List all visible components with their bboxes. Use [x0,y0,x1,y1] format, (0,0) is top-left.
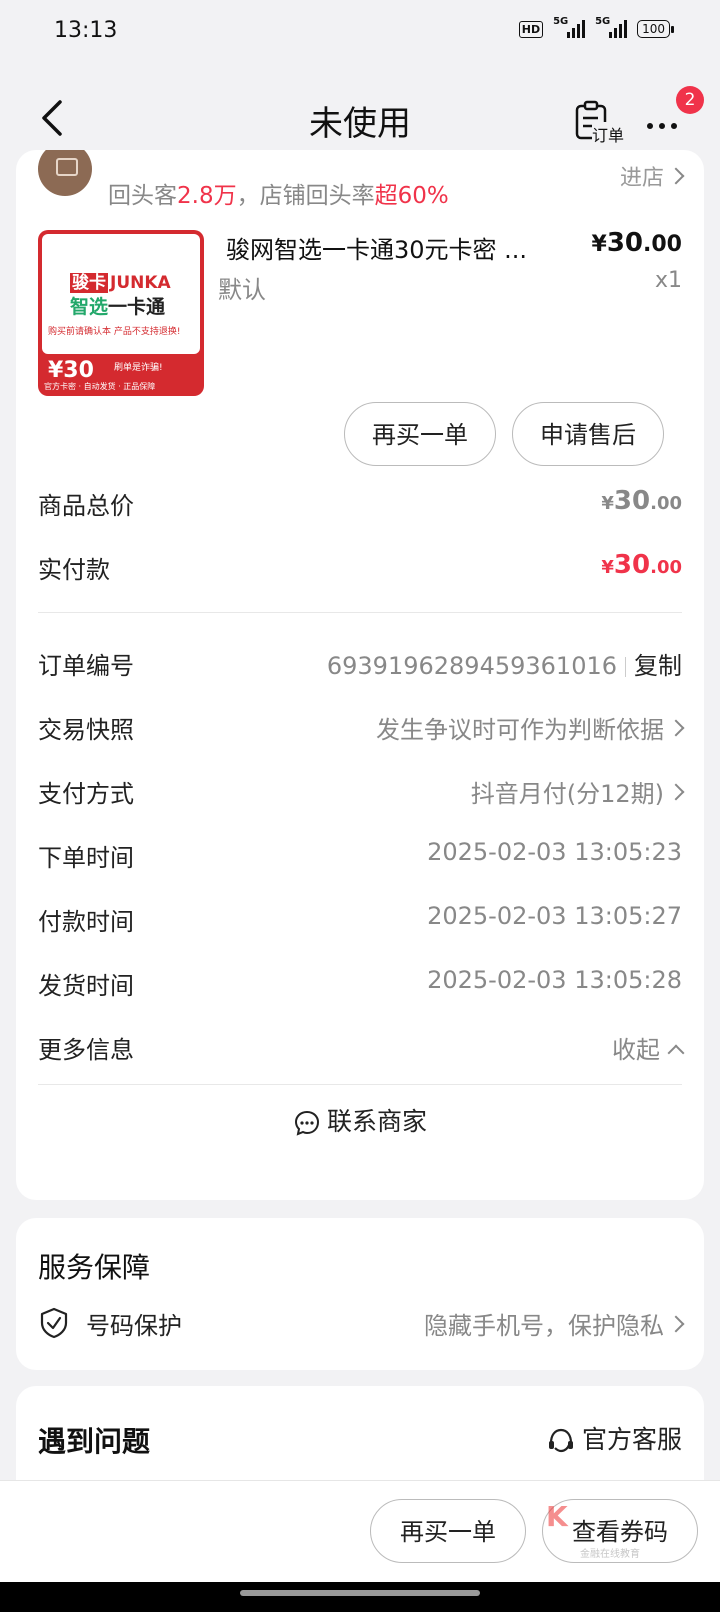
total-price-row: 商品总价 ¥30.00 [38,486,682,526]
product-image-note: 购买前请确认本 产品不支持退换! [48,327,181,337]
snapshot-label: 交易快照 [38,716,134,744]
order-no-value: 6939196289459361016 复制 [327,646,682,681]
product-image[interactable]: 骏卡 JUNKA 智选一卡通 购买前请确认本 产品不支持退换! ¥30 刷单是诈骗… [38,230,204,396]
watermark-text: 金融在线教育 [580,1549,640,1560]
bottom-rebuy-button[interactable]: 再买一单 [370,1499,526,1563]
product-image-sub: 智选一卡通 [70,296,166,318]
official-cs-button[interactable]: 官方客服 [546,1420,682,1456]
order-no-row: 订单编号 6939196289459361016 复制 [38,646,682,686]
product-image-footer: 官方卡密 · 自动发货 · 正品保障 [44,382,156,391]
ship-time-value: 2025-02-03 13:05:28 [427,966,682,994]
divider [38,1084,682,1085]
paid-row: 实付款 ¥30.00 [38,550,682,590]
signal-icon: 5G [553,16,586,38]
shield-check-icon [40,1307,68,1339]
pay-time-value: 2025-02-03 13:05:27 [427,902,682,930]
watermark: K 金融在线教育 [546,1495,696,1561]
signal-icon-2: 5G [595,16,628,38]
pay-time-label: 付款时间 [38,908,134,936]
stats-count: 2.8万 [177,183,237,209]
payment-value: 抖音月付(分12期) [471,774,685,809]
order-no: 6939196289459361016 [326,652,617,680]
order-button[interactable]: 订单 [574,100,630,146]
pay-time-row: 付款时间 2025-02-03 13:05:27 [38,902,682,942]
headset-icon [548,1428,573,1453]
contact-merchant-label: 联系商家 [326,1107,427,1136]
number-protection-label: 号码保护 [86,1312,182,1340]
divider [38,612,682,613]
status-bar: 13:13 HD 5G 5G 100 [0,0,720,64]
order-card: 回头客2.8万，店铺回头率超60% 进店 骏卡 JUNKA 智选一卡通 购买前请确… [16,150,704,1200]
chevron-right-icon [667,167,685,185]
product-price: ¥30.00 [591,228,682,258]
issue-title: 遇到问题 [38,1425,151,1458]
status-time: 13:13 [54,18,118,43]
more-info-row: 更多信息 收起 [38,1030,685,1070]
status-icons: HD 5G 5G 100 [518,16,674,38]
stats-rate: 超60% [374,183,449,209]
battery-icon: 100 [637,20,674,38]
collapse-button[interactable]: 收起 [612,1030,685,1065]
order-time-label: 下单时间 [38,844,134,872]
product-name[interactable]: 骏网智选一卡通30元卡密 ... [226,230,556,265]
stats-prefix: 回头客 [108,183,177,209]
ship-time-label: 发货时间 [38,972,134,1000]
payment-row[interactable]: 支付方式 抖音月付(分12期) [38,774,685,814]
snapshot-row[interactable]: 交易快照 发生争议时可作为判断依据 [38,710,685,750]
product-spec: 默认 [218,276,266,304]
order-time-row: 下单时间 2025-02-03 13:05:23 [38,838,682,878]
product-image-warn: 刷单是诈骗! [114,363,163,373]
more-button[interactable] [644,114,688,134]
official-cs-label: 官方客服 [581,1425,682,1454]
stats-mid: ，店铺回头率 [236,183,375,209]
order-time-value: 2025-02-03 13:05:23 [427,838,682,866]
chevron-right-icon [667,719,685,737]
signal-label: 5G [553,16,569,27]
watermark-logo-icon: K [546,1500,568,1533]
system-nav-strip [0,1582,720,1612]
notification-badge: 2 [676,86,704,114]
ship-time-row: 发货时间 2025-02-03 13:05:28 [38,966,682,1006]
enter-shop-link[interactable]: 进店 [619,160,685,192]
enter-shop-label: 进店 [619,166,664,191]
total-price-label: 商品总价 [38,492,134,520]
home-indicator[interactable] [240,1590,480,1596]
service-title: 服务保障 [38,1251,151,1284]
copy-button[interactable]: 复制 [634,652,682,680]
number-protection-row[interactable]: 号码保护 隐藏手机号，保护隐私 [38,1306,685,1346]
signal-label-2: 5G [595,16,611,27]
shop-avatar[interactable] [38,150,92,196]
product-image-brand: 骏卡 JUNKA [70,273,171,293]
chat-icon [294,1110,319,1136]
service-card: 服务保障 号码保护 隐藏手机号，保护隐私 [16,1218,704,1370]
hd-icon: HD [518,20,544,38]
shop-stats: 回头客2.8万，店铺回头率超60% [108,176,449,210]
aftersale-button[interactable]: 申请售后 [512,402,664,466]
chevron-up-icon [667,1044,685,1062]
paid-label: 实付款 [38,556,110,584]
paid-value: ¥30.00 [601,550,682,580]
more-info-label: 更多信息 [38,1036,134,1064]
rebuy-button[interactable]: 再买一单 [344,402,496,466]
order-label: 订单 [592,122,625,146]
total-price-value: ¥30.00 [601,486,682,516]
chevron-right-icon [667,1315,685,1333]
chevron-right-icon [667,783,685,801]
contact-merchant-button[interactable]: 联系商家 [16,1102,704,1138]
snapshot-value: 发生争议时可作为判断依据 [376,710,685,745]
product-image-price: ¥30 [48,358,94,383]
product-qty: x1 [654,268,682,293]
payment-label: 支付方式 [38,780,134,808]
number-protection-value: 隐藏手机号，保护隐私 [424,1306,685,1341]
order-no-label: 订单编号 [38,652,134,680]
more-icon [644,114,680,133]
